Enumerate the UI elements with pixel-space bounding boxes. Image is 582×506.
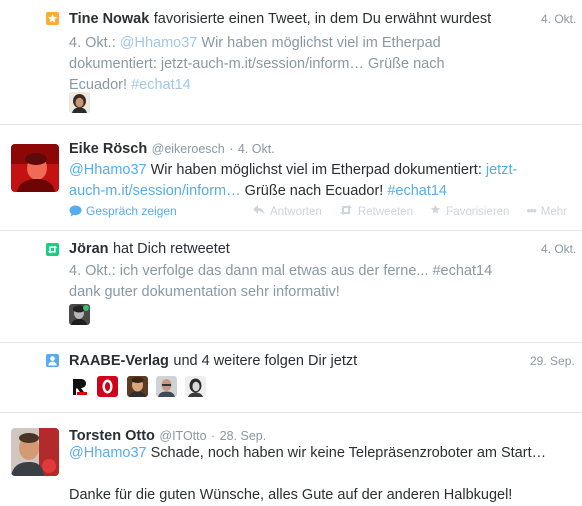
tweet-text: @Hhamo37 Schade, noch haben wir keine Te… xyxy=(69,443,546,506)
reply-label: Antworten xyxy=(270,206,322,218)
hashtag-link[interactable]: #echat14 xyxy=(131,77,191,93)
favorite-label: Favorisieren xyxy=(446,206,510,218)
follower-avatar[interactable] xyxy=(185,376,206,397)
favorite-star-icon xyxy=(46,12,59,25)
quoted-tweet[interactable]: 4. Okt.: @Hhamo37 Wir haben möglichst vi… xyxy=(69,33,445,96)
more-action[interactable]: ••• Mehr xyxy=(527,206,567,218)
retweet-badge-icon xyxy=(46,243,59,256)
tweet-text: @Hhamo37 Wir haben möglichst viel im Eth… xyxy=(69,160,517,202)
author-name[interactable]: Eike Rösch xyxy=(69,141,147,157)
tweet-actions: Antworten Retweeten Favorisieren ••• Mehr xyxy=(253,204,567,218)
quote-text: Ecuador! xyxy=(69,77,132,93)
mention-link[interactable]: @Hhamo37 xyxy=(69,445,147,461)
actor-name[interactable]: Jöran xyxy=(69,241,109,257)
tweet-text-part: Wir haben möglichst viel im Etherpad dok… xyxy=(146,162,486,178)
speech-bubble-icon xyxy=(69,205,82,220)
tweet-text-part: Schade, noch haben wir keine Telepräsenz… xyxy=(146,445,547,461)
show-conversation-label: Gespräch zeigen xyxy=(86,204,177,218)
reply-icon xyxy=(253,205,265,218)
quote-text: 4. Okt.: ich verfolge das dann mal etwas… xyxy=(69,263,493,279)
timestamp[interactable]: 29. Sep. xyxy=(530,354,575,368)
follower-avatar[interactable] xyxy=(127,376,148,397)
actor-name[interactable]: RAABE-Verlag xyxy=(69,353,169,369)
quote-date: 4. Okt.: xyxy=(69,35,120,51)
quote-text: dank guter dokumentation sehr informativ… xyxy=(69,284,340,300)
timestamp[interactable]: 28. Sep. xyxy=(220,429,267,443)
quoted-tweet[interactable]: 4. Okt.: ich verfolge das dann mal etwas… xyxy=(69,261,492,303)
separator-dot: · xyxy=(211,429,216,443)
actor-avatar-thumb[interactable] xyxy=(69,304,90,325)
quote-text: dokumentiert: jetzt-auch-m.it/session/in… xyxy=(69,56,445,72)
timestamp[interactable]: 4. Okt. xyxy=(541,242,576,256)
tweet-item[interactable]: Eike Rösch @eikeroesch · 4. Okt. @Hhamo3… xyxy=(0,125,582,230)
follower-avatar-raabe[interactable] xyxy=(69,376,90,397)
action-text: hat Dich retweetet xyxy=(112,241,230,257)
author-avatar[interactable] xyxy=(11,428,59,476)
tweet-item[interactable]: Torsten Otto @ITOtto · 28. Sep. @Hhamo37… xyxy=(0,413,582,503)
author-avatar[interactable] xyxy=(11,144,59,192)
mention-link[interactable]: @Hhamo37 xyxy=(120,35,198,51)
retweet-label: Retweeten xyxy=(357,206,413,218)
more-label: Mehr xyxy=(540,206,567,218)
author-handle[interactable]: @ITOtto xyxy=(159,429,206,443)
notification-favorite[interactable]: Tine Nowak favorisierte einen Tweet, in … xyxy=(0,0,582,124)
separator-dot: · xyxy=(229,142,234,156)
author-name[interactable]: Torsten Otto xyxy=(69,428,155,444)
url-link[interactable]: jetzt- xyxy=(486,162,517,178)
notification-follow[interactable]: RAABE-Verlag und 4 weitere folgen Dir je… xyxy=(0,343,582,412)
action-text: favorisierte einen Tweet, in dem Du erwä… xyxy=(153,11,492,27)
retweet-icon xyxy=(339,205,353,218)
actor-name[interactable]: Tine Nowak xyxy=(69,11,149,27)
mention-link[interactable]: @Hhamo37 xyxy=(69,162,147,178)
follow-person-icon xyxy=(46,354,59,367)
follower-avatar[interactable] xyxy=(156,376,177,397)
star-icon xyxy=(430,204,441,218)
follower-avatar[interactable] xyxy=(97,376,118,397)
notification-retweet[interactable]: Jöran hat Dich retweetet 4. Okt. 4. Okt.… xyxy=(0,231,582,342)
url-link[interactable]: auch-m.it/session/inform… xyxy=(69,183,241,199)
more-dots-icon: ••• xyxy=(526,206,537,218)
action-text: und 4 weitere folgen Dir jetzt xyxy=(173,353,358,369)
tweet-text-part: Danke für die guten Wünsche, alles Gute … xyxy=(69,487,513,503)
retweet-action[interactable]: Retweeten xyxy=(339,205,416,218)
show-conversation-link[interactable]: Gespräch zeigen xyxy=(69,204,177,220)
quote-text: Wir haben möglichst viel im Etherpad xyxy=(197,35,441,51)
favorite-action[interactable]: Favorisieren xyxy=(430,204,512,218)
reply-action[interactable]: Antworten xyxy=(253,205,325,218)
tweet-text-part: Grüße nach Ecuador! xyxy=(240,183,388,199)
timestamp[interactable]: 4. Okt. xyxy=(541,12,576,26)
author-handle[interactable]: @eikeroesch xyxy=(152,142,225,156)
hashtag-link[interactable]: #echat14 xyxy=(387,183,447,199)
timestamp[interactable]: 4. Okt. xyxy=(238,142,275,156)
actor-avatar-thumb[interactable] xyxy=(69,92,90,113)
